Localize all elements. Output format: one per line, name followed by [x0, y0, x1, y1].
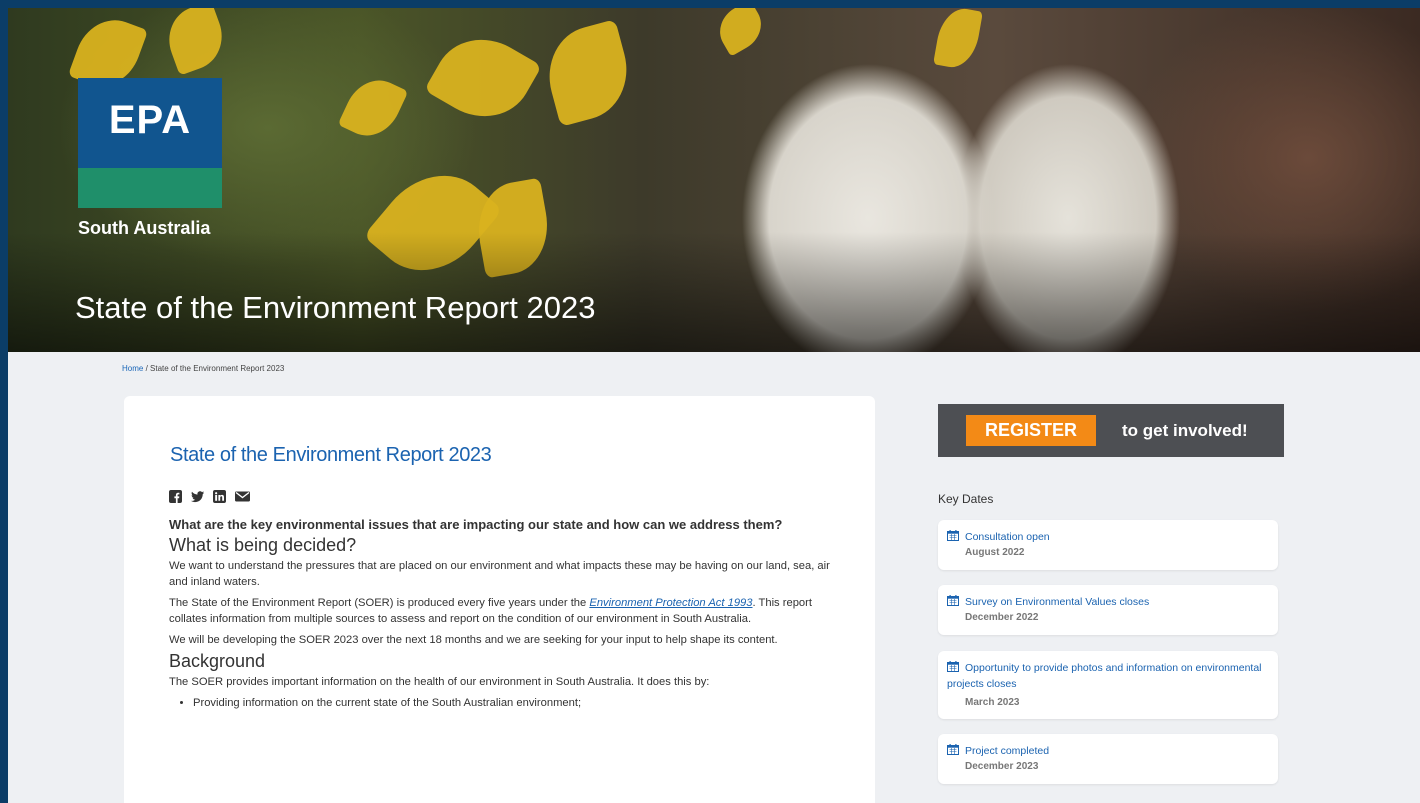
key-date-card[interactable]: Consultation open August 2022	[938, 520, 1278, 570]
calendar-icon	[947, 530, 959, 541]
register-button[interactable]: REGISTER	[966, 415, 1096, 446]
logo-subtitle: South Australia	[78, 218, 211, 238]
key-date-title[interactable]: Project completed	[947, 743, 1273, 759]
share-bar	[169, 490, 250, 503]
breadcrumb-separator: /	[145, 364, 148, 373]
article-lead: What are the key environmental issues th…	[169, 517, 783, 532]
key-date-value: December 2023	[965, 761, 1039, 772]
key-date-label: Project completed	[965, 745, 1050, 757]
logo-land	[78, 168, 222, 208]
leaf-decoration	[424, 20, 542, 136]
breadcrumb-home-link[interactable]: Home	[122, 364, 143, 373]
register-tagline: to get involved!	[1122, 420, 1248, 440]
top-border	[0, 0, 1420, 8]
hero-banner: EPA South Australia State of the Environ…	[8, 8, 1420, 352]
leaf-decoration	[537, 19, 639, 127]
register-banner[interactable]: REGISTER to get involved!	[938, 404, 1284, 457]
key-date-card[interactable]: Project completed December 2023	[938, 734, 1278, 784]
paragraph: The State of the Environment Report (SOE…	[169, 595, 839, 627]
article-body: What are the key environmental issues th…	[169, 516, 839, 711]
key-date-card[interactable]: Opportunity to provide photos and inform…	[938, 651, 1278, 719]
key-date-title[interactable]: Survey on Environmental Values closes	[947, 594, 1273, 610]
key-date-card[interactable]: Survey on Environmental Values closes De…	[938, 585, 1278, 635]
list-item: Providing information on the current sta…	[193, 695, 839, 711]
key-date-title[interactable]: Consultation open	[947, 529, 1273, 545]
calendar-icon	[947, 744, 959, 755]
logo-acronym: EPA	[108, 98, 192, 142]
key-date-value: December 2022	[965, 612, 1039, 623]
epa-logo[interactable]: EPA South Australia	[78, 78, 222, 239]
bullet-list: Providing information on the current sta…	[169, 695, 839, 711]
key-date-value: March 2023	[965, 697, 1020, 708]
leaf-decoration	[711, 8, 770, 57]
breadcrumb-current: State of the Environment Report 2023	[150, 364, 285, 373]
leaf-decoration	[159, 8, 232, 76]
facebook-icon[interactable]	[169, 490, 182, 503]
article-card: State of the Environment Report 2023 Wha…	[124, 396, 875, 803]
paragraph: We will be developing the SOER 2023 over…	[169, 634, 778, 646]
paragraph: We want to understand the pressures that…	[169, 560, 830, 588]
email-icon[interactable]	[235, 490, 250, 503]
leaf-decoration	[337, 70, 409, 146]
linkedin-icon[interactable]	[213, 490, 226, 503]
calendar-icon	[947, 595, 959, 606]
paragraph-text: The State of the Environment Report (SOE…	[169, 597, 590, 609]
act-link[interactable]: Environment Protection Act 1993	[589, 597, 752, 609]
breadcrumb: Home / State of the Environment Report 2…	[122, 364, 284, 373]
hero-title: State of the Environment Report 2023	[75, 290, 596, 325]
section-heading-decision: What is being decided?	[169, 535, 357, 555]
paragraph: The SOER provides important information …	[169, 676, 710, 688]
key-date-label: Opportunity to provide photos and inform…	[947, 662, 1262, 690]
section-heading-background: Background	[169, 651, 266, 671]
epa-logo-mark: EPA	[78, 78, 222, 208]
key-date-label: Consultation open	[965, 531, 1050, 543]
key-date-title[interactable]: Opportunity to provide photos and inform…	[947, 660, 1273, 692]
key-dates-title: Key Dates	[938, 492, 994, 506]
calendar-icon	[947, 661, 959, 672]
twitter-icon[interactable]	[191, 490, 204, 503]
leaf-decoration	[933, 8, 983, 72]
key-date-value: August 2022	[965, 547, 1025, 558]
page-title: State of the Environment Report 2023	[170, 444, 492, 466]
page: EPA South Australia State of the Environ…	[8, 8, 1420, 803]
key-date-label: Survey on Environmental Values closes	[965, 596, 1150, 608]
